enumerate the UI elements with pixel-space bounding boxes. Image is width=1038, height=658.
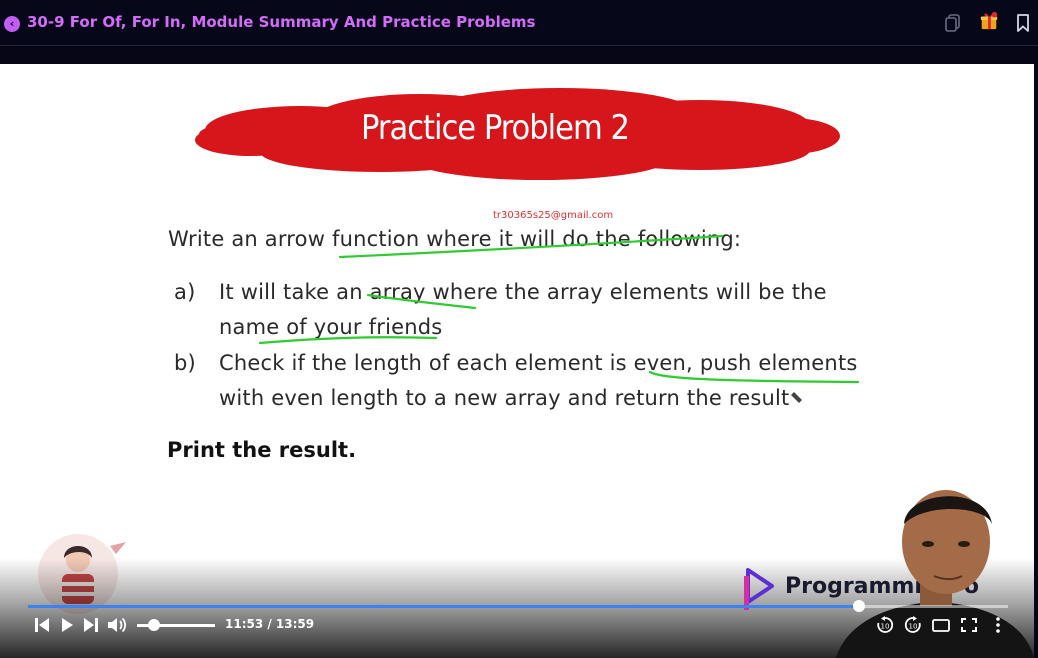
pen-cursor-icon (791, 392, 802, 403)
volume-icon[interactable] (107, 616, 127, 634)
video-player[interactable]: Practice Problem 2 tr30365s25@gmail.com … (0, 64, 1034, 658)
play-icon[interactable] (60, 616, 74, 634)
volume-knob[interactable] (148, 619, 160, 631)
forward-10-icon[interactable]: 10 (904, 616, 922, 634)
previous-icon[interactable] (34, 616, 50, 634)
progress-knob[interactable] (853, 600, 866, 612)
lesson-title: 30-9 For Of, For In, Module Summary And … (27, 13, 536, 31)
fullscreen-icon[interactable] (961, 616, 977, 634)
rewind-10-icon[interactable]: 10 (876, 616, 894, 634)
next-icon[interactable] (83, 616, 99, 634)
progress-fill (28, 605, 860, 608)
bookmark-icon[interactable] (1015, 13, 1031, 33)
svg-text:10: 10 (909, 623, 918, 631)
back-icon[interactable]: ‹ (4, 16, 20, 32)
svg-text:10: 10 (881, 623, 890, 631)
more-options-icon[interactable] (993, 616, 1003, 634)
time-display: 11:53 / 13:59 (225, 617, 315, 631)
gift-icon[interactable] (978, 11, 1000, 31)
copy-icon[interactable] (944, 13, 962, 33)
lesson-header: ‹ 30-9 For Of, For In, Module Summary An… (0, 0, 1038, 46)
theater-mode-icon[interactable] (932, 616, 950, 634)
